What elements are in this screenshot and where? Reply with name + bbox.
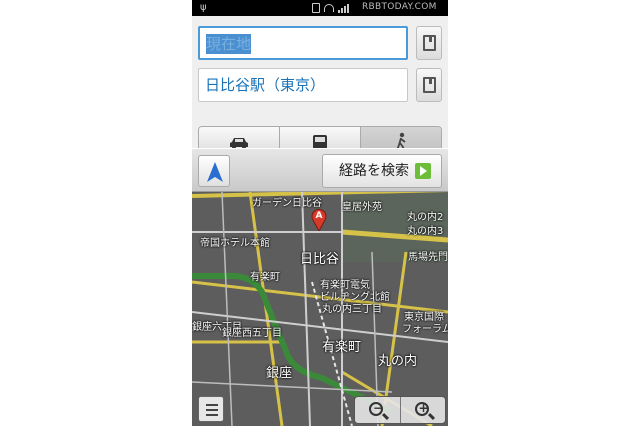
wifi-icon: [324, 4, 334, 12]
search-route-button[interactable]: 経路を検索: [322, 154, 442, 188]
marker-letter: A: [315, 211, 323, 221]
map-label: フォーラム: [402, 324, 448, 335]
zoom-out-symbol: −: [373, 401, 384, 415]
map-label: 馬場先門: [408, 252, 448, 263]
route-form: 現在地 日比谷駅（東京）: [192, 16, 448, 160]
navigation-button[interactable]: [198, 155, 230, 187]
origin-bookmark-button[interactable]: [416, 26, 442, 60]
map-label: 帝国ホテル本館: [200, 238, 270, 249]
status-bar: ψ RBBTODAY.COM: [192, 0, 448, 16]
bookmark-icon: [423, 77, 436, 93]
map-label: ガーデン日比谷: [252, 198, 322, 209]
map-label: 丸の内2: [407, 212, 444, 223]
map-view[interactable]: ガーデン日比谷 皇居外苑 丸の内2 丸の内3 帝国ホテル本館 日比谷 馬場先門 …: [192, 192, 448, 426]
go-arrow-icon: [415, 163, 431, 179]
watermark-text: RBBTODAY.COM: [362, 2, 437, 12]
origin-field-value: 現在地: [206, 34, 252, 54]
action-bar: 経路を検索: [192, 148, 448, 192]
origin-field[interactable]: 現在地: [198, 26, 408, 60]
destination-marker[interactable]: A: [311, 209, 327, 231]
destination-field-value: 日比谷駅（東京）: [205, 76, 326, 94]
map-label: 丸の内三丁目: [322, 304, 382, 315]
status-icons: [312, 3, 349, 13]
phone-screen: ψ RBBTODAY.COM 現在地 日比谷駅（東京） 経路を検索 ガーデン日比…: [192, 0, 448, 426]
navigation-arrow-icon: [207, 162, 223, 182]
vibrate-icon: [312, 3, 320, 13]
map-label-area: 銀座: [266, 366, 293, 381]
zoom-out-button[interactable]: −: [355, 397, 401, 423]
map-label-station: 日比谷: [300, 252, 340, 267]
map-label-area: 丸の内: [378, 354, 418, 369]
map-label-station: 有楽町: [322, 340, 362, 355]
bookmark-icon: [423, 35, 436, 51]
map-label: 皇居外苑: [342, 202, 382, 213]
map-label: 銀座西五丁目: [222, 328, 282, 339]
destination-bookmark-button[interactable]: [416, 68, 442, 102]
map-label: 丸の内3: [407, 226, 444, 237]
map-label: 有楽町: [250, 272, 280, 283]
destination-field[interactable]: 日比谷駅（東京）: [198, 68, 408, 102]
zoom-in-symbol: +: [418, 401, 429, 415]
directions-list-button[interactable]: [198, 396, 224, 422]
zoom-in-button[interactable]: +: [401, 397, 446, 423]
signal-icon: [338, 3, 349, 13]
search-route-label: 経路を検索: [339, 163, 409, 179]
zoom-controls: − +: [354, 396, 446, 424]
usb-icon: ψ: [200, 2, 207, 13]
